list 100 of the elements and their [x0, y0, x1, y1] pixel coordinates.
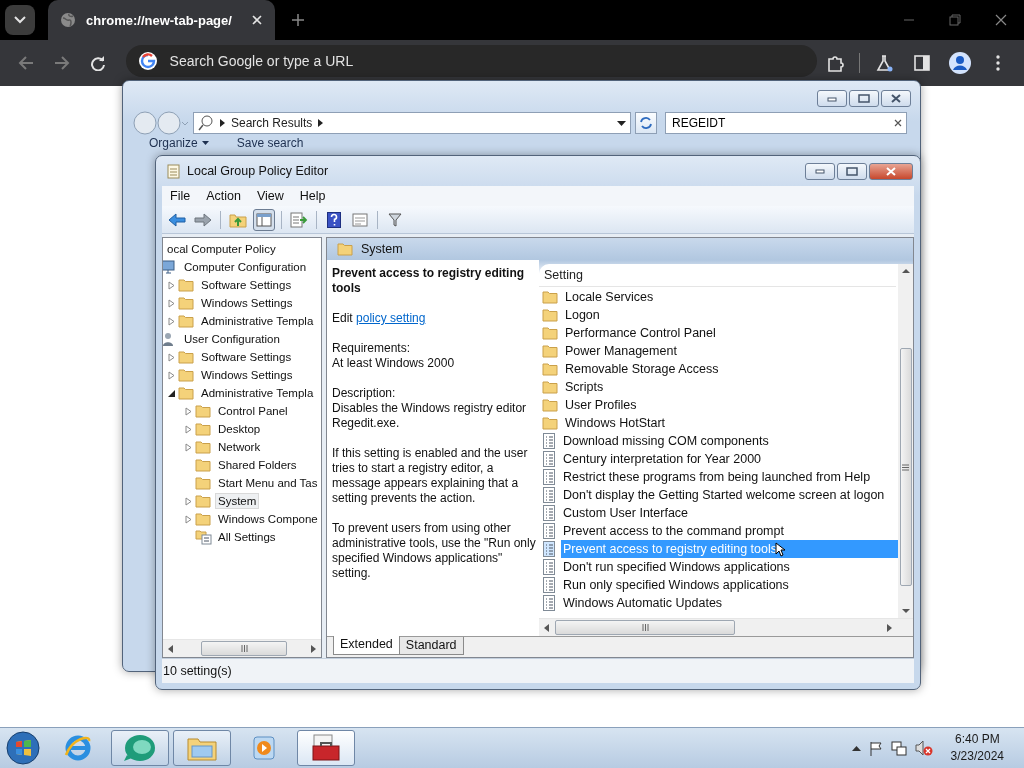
show-hidden-icon[interactable] [851, 745, 861, 751]
horizontal-scrollbar[interactable] [163, 639, 321, 657]
setting-row[interactable]: Download missing COM components [561, 432, 898, 450]
maximize-button[interactable] [837, 162, 867, 180]
setting-row[interactable]: Restrict these programs from being launched from Help [561, 468, 898, 486]
clear-icon[interactable] [894, 119, 902, 127]
clock[interactable]: 6:40 PM 3/23/2024 [950, 731, 1004, 765]
tree-item[interactable]: Windows Compone [215, 511, 321, 527]
tree-item[interactable]: Administrative Templa [198, 385, 317, 401]
minimize-button[interactable] [817, 90, 847, 107]
menu-item[interactable]: File [162, 189, 199, 203]
tree-item[interactable]: ocal Computer Policy [164, 241, 279, 257]
setting-row[interactable]: Prevent access to the command prompt [561, 522, 898, 540]
folder-icon [178, 368, 194, 382]
tree-item[interactable]: Network [215, 439, 264, 455]
address-field[interactable]: Search Results [193, 112, 631, 134]
setting-row[interactable]: Performance Control Panel [563, 324, 898, 342]
setting-row[interactable]: Power Management [563, 342, 898, 360]
expand-arrow-icon[interactable] [167, 352, 175, 362]
edit-policy-link[interactable]: policy setting [356, 311, 426, 325]
avatar-icon[interactable] [949, 52, 971, 74]
flask-icon[interactable] [875, 54, 893, 72]
expand-arrow-icon[interactable] [167, 280, 175, 290]
maximize-button[interactable] [849, 90, 879, 107]
view-tab[interactable]: Extended [333, 636, 400, 655]
tree-item[interactable]: Desktop [215, 421, 264, 437]
puzzle-icon[interactable] [826, 54, 844, 72]
back-forward-icon[interactable] [131, 110, 189, 136]
close-button[interactable] [869, 162, 913, 180]
setting-row[interactable]: User Profiles [563, 396, 898, 414]
setting-row[interactable]: Locale Services [563, 288, 898, 306]
export-list-icon [290, 211, 308, 228]
setting-row[interactable]: Don't display the Getting Started welcome screen at logon [561, 486, 898, 504]
expand-arrow-icon[interactable] [167, 298, 175, 308]
more-menu-icon[interactable] [996, 55, 1000, 71]
folder-icon [178, 350, 194, 364]
expand-arrow-icon[interactable] [184, 406, 192, 416]
side-panel-icon[interactable] [913, 54, 931, 72]
expand-arrow-icon[interactable] [167, 316, 175, 326]
tree-item[interactable]: User Configuration [181, 331, 283, 347]
tree-item[interactable]: System [215, 493, 260, 509]
setting-row[interactable]: Logon [563, 306, 898, 324]
dropdown-icon[interactable] [617, 120, 626, 126]
setting-row[interactable]: Custom User Interface [561, 504, 898, 522]
setting-row[interactable]: Run only specified Windows applications [561, 576, 898, 594]
tree-item[interactable]: Software Settings [198, 277, 295, 293]
expand-arrow-icon[interactable] [184, 442, 192, 452]
tree-item[interactable]: Shared Folders [215, 457, 300, 473]
flag-icon[interactable] [868, 740, 883, 756]
column-header[interactable]: Setting [539, 264, 896, 287]
speaker-muted-icon[interactable] [914, 740, 933, 756]
tree-item[interactable]: Windows Settings [198, 295, 296, 311]
setting-row[interactable]: Windows HotStart [563, 414, 898, 432]
forward-arrow-icon[interactable] [53, 55, 70, 71]
tree-item[interactable]: Control Panel [215, 403, 291, 419]
close-button[interactable] [881, 90, 911, 107]
menu-item[interactable]: Action [198, 189, 249, 203]
back-arrow-icon[interactable] [17, 55, 34, 71]
network-icon[interactable] [890, 740, 907, 756]
taskbar-app-button[interactable] [173, 730, 231, 766]
close-icon[interactable] [995, 14, 1007, 26]
tree-item[interactable]: Administrative Templa [198, 313, 317, 329]
setting-row[interactable]: Scripts [563, 378, 898, 396]
reload-icon[interactable] [89, 55, 106, 71]
restore-icon[interactable] [949, 14, 961, 26]
toolbar-button[interactable]: Save search [236, 136, 304, 150]
toolbar-button[interactable]: Organize [149, 136, 209, 150]
policy-icon [542, 595, 556, 611]
new-tab-icon[interactable] [291, 13, 305, 27]
setting-row[interactable]: Removable Storage Access [563, 360, 898, 378]
setting-row[interactable]: Century interpretation for Year 2000 [561, 450, 898, 468]
setting-row[interactable]: Windows Automatic Updates [561, 594, 898, 612]
tree-item[interactable]: Computer Configuration [181, 259, 310, 275]
show-tree-button[interactable] [253, 208, 275, 231]
horizontal-scrollbar[interactable] [539, 618, 913, 636]
expand-arrow-icon[interactable] [184, 496, 192, 506]
search-box[interactable]: REGEIDT [665, 112, 907, 134]
start-orb-icon[interactable] [5, 730, 41, 766]
menu-item[interactable]: View [248, 189, 292, 203]
browser-tab[interactable]: chrome://new-tab-page/ [48, 0, 275, 40]
menu-item[interactable]: Help [291, 189, 334, 203]
expand-arrow-icon[interactable] [167, 370, 175, 380]
collapse-arrow-icon[interactable] [166, 388, 176, 398]
tab-list-button[interactable] [5, 5, 35, 35]
tree-item[interactable]: All Settings [215, 529, 279, 545]
taskbar-app-button[interactable] [297, 730, 355, 766]
view-tab[interactable]: Standard [398, 637, 464, 655]
expand-arrow-icon[interactable] [184, 514, 192, 524]
setting-row[interactable]: Don't run specified Windows applications [561, 558, 898, 576]
tree-item[interactable]: Start Menu and Tas [215, 475, 321, 491]
tree-item[interactable]: Windows Settings [198, 367, 296, 383]
vertical-scrollbar[interactable] [898, 264, 913, 618]
filter-icon [388, 212, 402, 227]
minimize-button[interactable] [805, 162, 835, 180]
address-bar[interactable]: Search Google or type a URL [125, 45, 817, 77]
taskbar-app-button[interactable] [111, 730, 169, 766]
refresh-button[interactable] [635, 112, 657, 134]
description-text: Requirements: At least Windows 2000 [332, 341, 456, 371]
tree-item[interactable]: Software Settings [198, 349, 295, 365]
expand-arrow-icon[interactable] [184, 424, 192, 434]
